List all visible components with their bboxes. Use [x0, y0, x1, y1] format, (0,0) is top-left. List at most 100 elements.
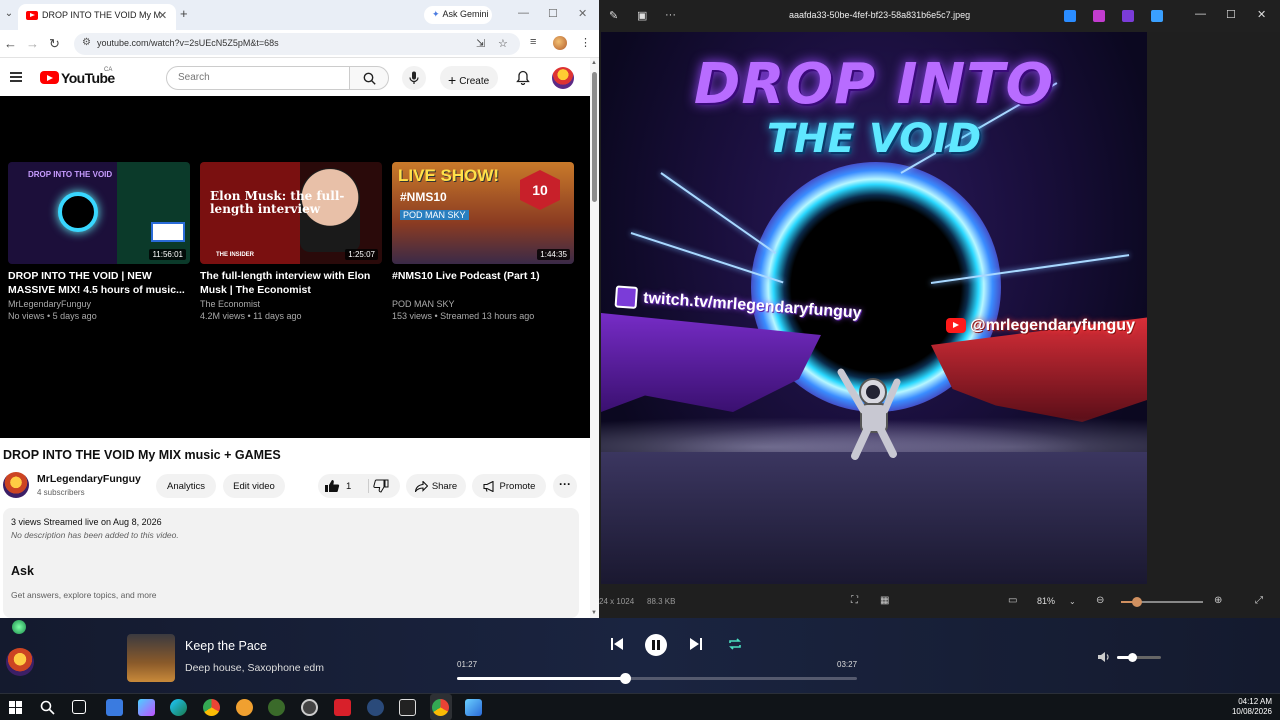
- create-button[interactable]: + Create: [440, 66, 498, 90]
- edit-icon[interactable]: ✎: [609, 9, 618, 22]
- close-window-icon[interactable]: ✕: [578, 7, 587, 20]
- zoom-out-icon[interactable]: ⊖: [1096, 595, 1104, 606]
- app-icon-red[interactable]: [334, 699, 351, 716]
- scroll-down-arrow-icon[interactable]: ▼: [591, 610, 597, 616]
- install-icon[interactable]: ⇲: [476, 37, 485, 50]
- scrollbar-thumb[interactable]: [592, 72, 597, 202]
- app-icon-3[interactable]: [1122, 10, 1134, 22]
- forward-icon[interactable]: →: [26, 36, 39, 51]
- minimize-icon[interactable]: —: [1195, 8, 1206, 20]
- fit-to-window-icon[interactable]: ▭: [1008, 595, 1017, 606]
- windows-start-icon[interactable]: [9, 701, 22, 714]
- repeat-icon[interactable]: [727, 637, 743, 651]
- zoom-in-icon[interactable]: ⊕: [1214, 595, 1222, 606]
- description-box[interactable]: 3 views Streamed live on Aug 8, 2026 No …: [3, 508, 579, 618]
- related-title[interactable]: DROP INTO THE VOID | NEW MASSIVE MIX! 4.…: [8, 270, 190, 297]
- new-tab-icon[interactable]: +: [180, 6, 188, 21]
- related-thumbnail[interactable]: Elon Musk: the full-length interview THE…: [200, 162, 382, 264]
- channel-name[interactable]: MrLegendaryFunguy: [37, 473, 141, 485]
- steam-icon[interactable]: [367, 699, 384, 716]
- close-tab-icon[interactable]: ✕: [158, 9, 167, 22]
- reload-icon[interactable]: ↻: [49, 36, 60, 52]
- search-input[interactable]: Search: [166, 66, 350, 90]
- volume-knob[interactable]: [1128, 653, 1138, 662]
- close-window-icon[interactable]: ✕: [1257, 8, 1266, 21]
- photos-icon[interactable]: [465, 699, 482, 716]
- app-icon-green[interactable]: [268, 699, 285, 716]
- like-icon[interactable]: [324, 479, 340, 493]
- video-player-end-screen[interactable]: DROP INTO THE VOID 11:56:01 DROP INTO TH…: [0, 96, 590, 438]
- channel-avatar[interactable]: [3, 472, 29, 498]
- album-cover[interactable]: [127, 634, 175, 682]
- zoom-dropdown-icon[interactable]: ⌄: [1069, 597, 1076, 606]
- zoom-slider[interactable]: [1121, 597, 1203, 607]
- related-title[interactable]: #NMS10 Live Podcast (Part 1): [392, 270, 574, 297]
- related-thumbnail[interactable]: LIVE SHOW! #NMS10 10 POD MAN SKY 1:44:35: [392, 162, 574, 264]
- copilot-icon[interactable]: [138, 699, 155, 716]
- menu-kebab-icon[interactable]: ⋮: [580, 36, 591, 49]
- pause-button[interactable]: [645, 634, 667, 656]
- minimize-icon[interactable]: —: [518, 7, 529, 19]
- related-video-card[interactable]: LIVE SHOW! #NMS10 10 POD MAN SKY 1:44:35…: [392, 162, 574, 321]
- app-icon-2[interactable]: [1093, 10, 1105, 22]
- volume-icon[interactable]: [1097, 651, 1110, 663]
- analytics-button[interactable]: Analytics: [156, 474, 216, 498]
- app-icon-1[interactable]: [1064, 10, 1076, 22]
- more-options-icon[interactable]: ···: [665, 9, 676, 21]
- app-icon-orange[interactable]: [236, 699, 253, 716]
- task-view-icon[interactable]: [72, 700, 86, 714]
- promote-button[interactable]: Promote: [472, 474, 546, 498]
- fullscreen-icon[interactable]: ⤢: [1255, 595, 1263, 606]
- obs-icon[interactable]: [301, 699, 318, 716]
- share-button[interactable]: Share: [406, 474, 466, 498]
- related-thumbnail[interactable]: DROP INTO THE VOID 11:56:01: [8, 162, 190, 264]
- bookmark-star-icon[interactable]: ☆: [498, 37, 508, 50]
- site-info-icon[interactable]: ⚙: [82, 37, 91, 48]
- app-icon-notepad[interactable]: [106, 699, 123, 716]
- profile-avatar[interactable]: [553, 36, 567, 50]
- dislike-icon[interactable]: [373, 479, 389, 493]
- account-avatar[interactable]: [552, 67, 574, 89]
- scroll-up-arrow-icon[interactable]: ▲: [591, 60, 597, 66]
- youtube-logo-icon[interactable]: [40, 71, 59, 84]
- edge-icon[interactable]: [170, 699, 187, 716]
- next-track-icon[interactable]: [689, 637, 703, 651]
- related-channel[interactable]: MrLegendaryFunguy: [8, 299, 190, 309]
- address-bar[interactable]: ⚙ youtube.com/watch?v=2sUEcN5Z5pM&t=68s …: [74, 33, 520, 55]
- tab-search-icon[interactable]: ⌄: [2, 8, 16, 22]
- ai-enhance-icon[interactable]: ▦: [880, 595, 889, 606]
- reading-list-icon[interactable]: ≡: [530, 36, 536, 48]
- related-video-card[interactable]: Elon Musk: the full-length interview THE…: [200, 162, 382, 321]
- ask-gemini-button[interactable]: ✦ Ask Gemini: [424, 6, 492, 24]
- previous-track-icon[interactable]: [610, 637, 624, 651]
- app-icon-dark[interactable]: [399, 699, 416, 716]
- app-icon-4[interactable]: [1151, 10, 1163, 22]
- zoom-slider-knob[interactable]: [1132, 597, 1143, 607]
- voice-search-button[interactable]: [402, 66, 426, 90]
- more-actions-icon[interactable]: ···: [553, 474, 577, 498]
- search-icon[interactable]: [40, 700, 55, 715]
- edit-video-button[interactable]: Edit video: [223, 474, 285, 498]
- user-avatar[interactable]: [6, 648, 34, 676]
- system-clock[interactable]: 04:12 AM 10/08/2026: [1232, 697, 1272, 717]
- volume-slider[interactable]: [1117, 653, 1161, 662]
- related-video-card[interactable]: DROP INTO THE VOID 11:56:01 DROP INTO TH…: [8, 162, 190, 321]
- crop-icon[interactable]: ⛶: [851, 595, 858, 606]
- song-title[interactable]: Keep the Pace: [185, 639, 267, 653]
- related-channel[interactable]: The Economist: [200, 299, 382, 309]
- maximize-icon[interactable]: ☐: [1226, 8, 1236, 21]
- related-channel[interactable]: POD MAN SKY: [392, 299, 574, 309]
- chrome-icon[interactable]: [203, 699, 220, 716]
- zoom-level[interactable]: 81%: [1037, 596, 1055, 606]
- notifications-bell-icon[interactable]: [516, 70, 530, 90]
- tab-youtube[interactable]: DROP INTO THE VOID My MIX music ✕: [18, 4, 176, 30]
- song-artist[interactable]: Deep house, Saxophone edm: [185, 662, 324, 674]
- page-scrollbar[interactable]: ▲ ▼: [590, 58, 599, 618]
- back-icon[interactable]: ←: [4, 36, 17, 51]
- search-button[interactable]: [349, 66, 389, 90]
- progress-bar[interactable]: [457, 673, 857, 684]
- progress-knob[interactable]: [620, 673, 631, 684]
- chrome-active-icon[interactable]: [432, 699, 449, 716]
- hamburger-menu-icon[interactable]: [10, 72, 22, 82]
- slideshow-icon[interactable]: ▣: [637, 9, 647, 22]
